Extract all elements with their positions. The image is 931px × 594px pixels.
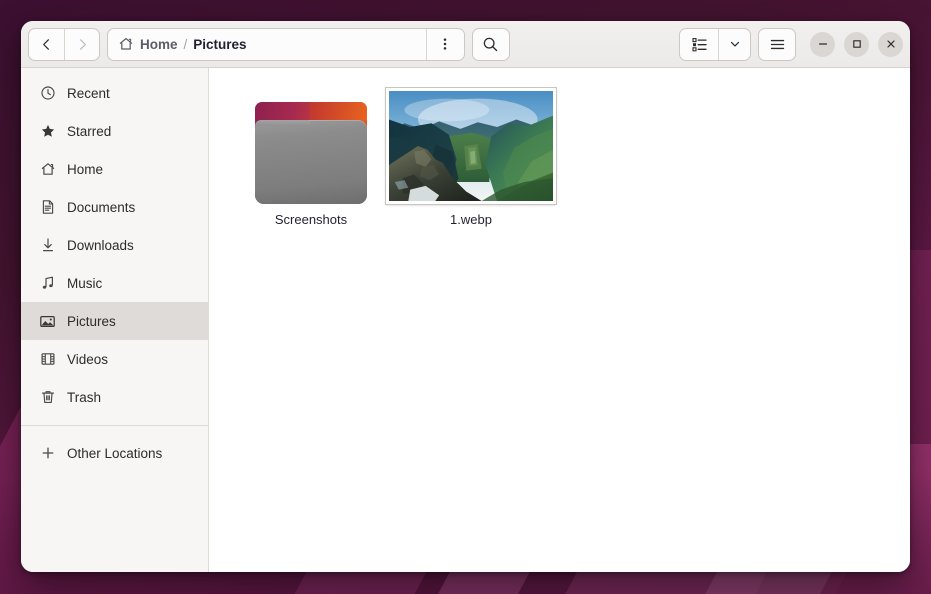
video-icon <box>39 351 56 368</box>
sidebar-divider <box>21 425 208 426</box>
window-body: Recent Starred <box>21 68 910 572</box>
breadcrumb-separator: / <box>184 37 188 52</box>
sidebar-item-label: Videos <box>67 352 108 367</box>
home-icon <box>118 36 134 52</box>
sidebar-item-home[interactable]: Home <box>21 150 208 188</box>
navigation-button-group <box>28 28 100 61</box>
main-menu-button[interactable] <box>758 28 796 61</box>
chevron-down-icon <box>728 37 742 51</box>
breadcrumb-home[interactable]: Home <box>140 37 178 52</box>
sidebar-item-label: Pictures <box>67 314 116 329</box>
download-icon <box>39 237 56 254</box>
close-icon <box>885 38 897 50</box>
sidebar-item-downloads[interactable]: Downloads <box>21 226 208 264</box>
maximize-button[interactable] <box>844 32 869 57</box>
sidebar-item-label: Trash <box>67 390 101 405</box>
file-item-image[interactable]: 1.webp <box>391 86 551 237</box>
sidebar-item-label: Documents <box>67 200 135 215</box>
file-item-label: 1.webp <box>450 212 492 227</box>
icon-grid: Screenshots <box>209 86 910 237</box>
sidebar-item-videos[interactable]: Videos <box>21 340 208 378</box>
mountain-fjord-landscape-icon <box>389 91 553 201</box>
music-note-icon <box>39 275 56 292</box>
list-view-button[interactable] <box>680 29 718 60</box>
desktop: Home / Pictures <box>0 0 931 594</box>
star-icon <box>39 123 56 140</box>
picture-icon <box>39 313 56 330</box>
minimize-button[interactable] <box>810 32 835 57</box>
sidebar-item-music[interactable]: Music <box>21 264 208 302</box>
back-button[interactable] <box>29 29 64 60</box>
image-preview <box>386 88 556 204</box>
sidebar-item-label: Recent <box>67 86 110 101</box>
sidebar-item-recent[interactable]: Recent <box>21 74 208 112</box>
maximize-icon <box>851 38 863 50</box>
sidebar-item-pictures[interactable]: Pictures <box>21 302 208 340</box>
path-menu-button[interactable] <box>426 29 464 60</box>
search-button[interactable] <box>472 28 510 61</box>
search-icon <box>482 36 499 53</box>
window-controls <box>810 32 903 57</box>
path-bar-group: Home / Pictures <box>107 28 465 61</box>
sidebar-item-label: Music <box>67 276 102 291</box>
folder-thumbnail <box>255 94 367 204</box>
image-thumbnail <box>386 94 556 204</box>
file-manager-window: Home / Pictures <box>21 21 910 572</box>
plus-icon <box>39 445 56 462</box>
list-view-icon <box>691 36 708 53</box>
vertical-dots-icon <box>437 36 453 52</box>
sidebar-item-documents[interactable]: Documents <box>21 188 208 226</box>
minimize-icon <box>817 38 829 50</box>
view-options-dropdown[interactable] <box>718 29 750 60</box>
chevron-right-icon <box>75 37 90 52</box>
hamburger-menu-icon <box>769 36 786 53</box>
forward-button[interactable] <box>64 29 99 60</box>
chevron-left-icon <box>39 37 54 52</box>
view-mode-group <box>679 28 751 61</box>
document-icon <box>39 199 56 216</box>
file-item-label: Screenshots <box>275 212 347 227</box>
close-button[interactable] <box>878 32 903 57</box>
sidebar-item-trash[interactable]: Trash <box>21 378 208 416</box>
clock-icon <box>39 85 56 102</box>
trash-icon <box>39 389 56 406</box>
sidebar-item-label: Home <box>67 162 103 177</box>
path-bar[interactable]: Home / Pictures <box>108 29 426 60</box>
header-bar: Home / Pictures <box>21 21 910 68</box>
folder-icon <box>255 102 367 204</box>
sidebar-item-label: Starred <box>67 124 111 139</box>
sidebar-item-other-locations[interactable]: Other Locations <box>21 434 208 472</box>
home-icon <box>39 161 56 178</box>
breadcrumb-pictures[interactable]: Pictures <box>193 37 246 52</box>
sidebar: Recent Starred <box>21 68 209 572</box>
sidebar-item-starred[interactable]: Starred <box>21 112 208 150</box>
file-item-folder[interactable]: Screenshots <box>231 86 391 237</box>
sidebar-item-label: Other Locations <box>67 446 162 461</box>
sidebar-item-label: Downloads <box>67 238 134 253</box>
file-view[interactable]: Screenshots <box>209 68 910 572</box>
